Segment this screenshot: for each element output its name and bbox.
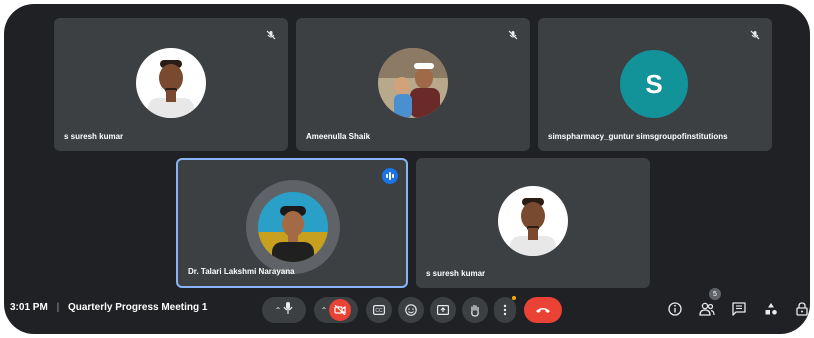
camera-off-icon (329, 299, 352, 321)
participant-tile-active-speaker[interactable]: Dr. Talari Lakshmi Narayana (176, 158, 408, 288)
camera-button[interactable]: ⌃ (314, 297, 358, 323)
mic-off-icon (264, 28, 278, 42)
captions-icon: CC (373, 305, 385, 315)
avatar (258, 192, 328, 262)
more-options-button[interactable] (494, 297, 516, 323)
info-icon (668, 302, 682, 316)
meeting-info: 3:01 PM | Quarterly Progress Meeting 1 (10, 302, 207, 313)
emoji-button[interactable] (398, 297, 424, 323)
participant-count-badge: 5 (709, 288, 721, 300)
chat-icon (732, 302, 746, 316)
control-bar: 3:01 PM | Quarterly Progress Meeting 1 ⌃… (4, 288, 810, 334)
avatar (498, 186, 568, 256)
participant-name: Dr. Talari Lakshmi Narayana (188, 267, 295, 276)
meeting-details-button[interactable] (666, 300, 684, 318)
mic-icon (283, 301, 293, 319)
participant-name: Ameenulla Shaik (306, 132, 371, 141)
meeting-time: 3:01 PM (10, 302, 48, 313)
host-controls-button[interactable] (794, 300, 810, 318)
leave-call-button[interactable] (524, 297, 562, 323)
participant-tile[interactable]: s suresh kumar (54, 18, 288, 151)
mic-button[interactable]: ⌃ (262, 297, 306, 323)
chevron-up-icon[interactable]: ⌃ (321, 306, 328, 315)
emoji-icon (405, 304, 417, 316)
mic-off-icon (506, 28, 520, 42)
participant-name: s suresh kumar (426, 269, 486, 278)
people-button[interactable] (698, 300, 716, 318)
activities-icon (765, 303, 777, 315)
raise-hand-button[interactable] (462, 297, 488, 323)
participant-tile[interactable]: s suresh kumar (416, 158, 650, 288)
raise-hand-icon (471, 304, 479, 317)
captions-button[interactable]: CC (366, 297, 392, 323)
leave-call-icon (536, 308, 550, 313)
avatar: S (620, 50, 688, 118)
svg-text:CC: CC (375, 308, 383, 314)
host-controls-icon (796, 302, 808, 316)
mic-off-icon (748, 28, 762, 42)
audio-wave-icon (382, 168, 398, 184)
notification-dot (512, 296, 516, 300)
more-options-icon (503, 304, 507, 316)
people-icon (699, 302, 715, 316)
avatar (136, 48, 206, 118)
activities-button[interactable] (762, 300, 780, 318)
chevron-up-icon[interactable]: ⌃ (275, 306, 282, 315)
meeting-title: Quarterly Progress Meeting 1 (67, 302, 208, 313)
meet-window: s suresh kumar Ameenulla Shaik S simspha… (4, 4, 810, 334)
participant-name: s suresh kumar (64, 132, 124, 141)
participant-tile[interactable]: S simspharmacy_guntur simsgroupofinstitu… (538, 18, 772, 151)
participant-name: simspharmacy_guntur simsgroupofinstituti… (548, 132, 728, 141)
chat-button[interactable] (730, 300, 748, 318)
participant-tile[interactable]: Ameenulla Shaik (296, 18, 530, 151)
present-button[interactable] (430, 297, 456, 323)
present-screen-icon (437, 305, 449, 315)
separator: | (56, 302, 60, 313)
avatar (378, 48, 448, 118)
